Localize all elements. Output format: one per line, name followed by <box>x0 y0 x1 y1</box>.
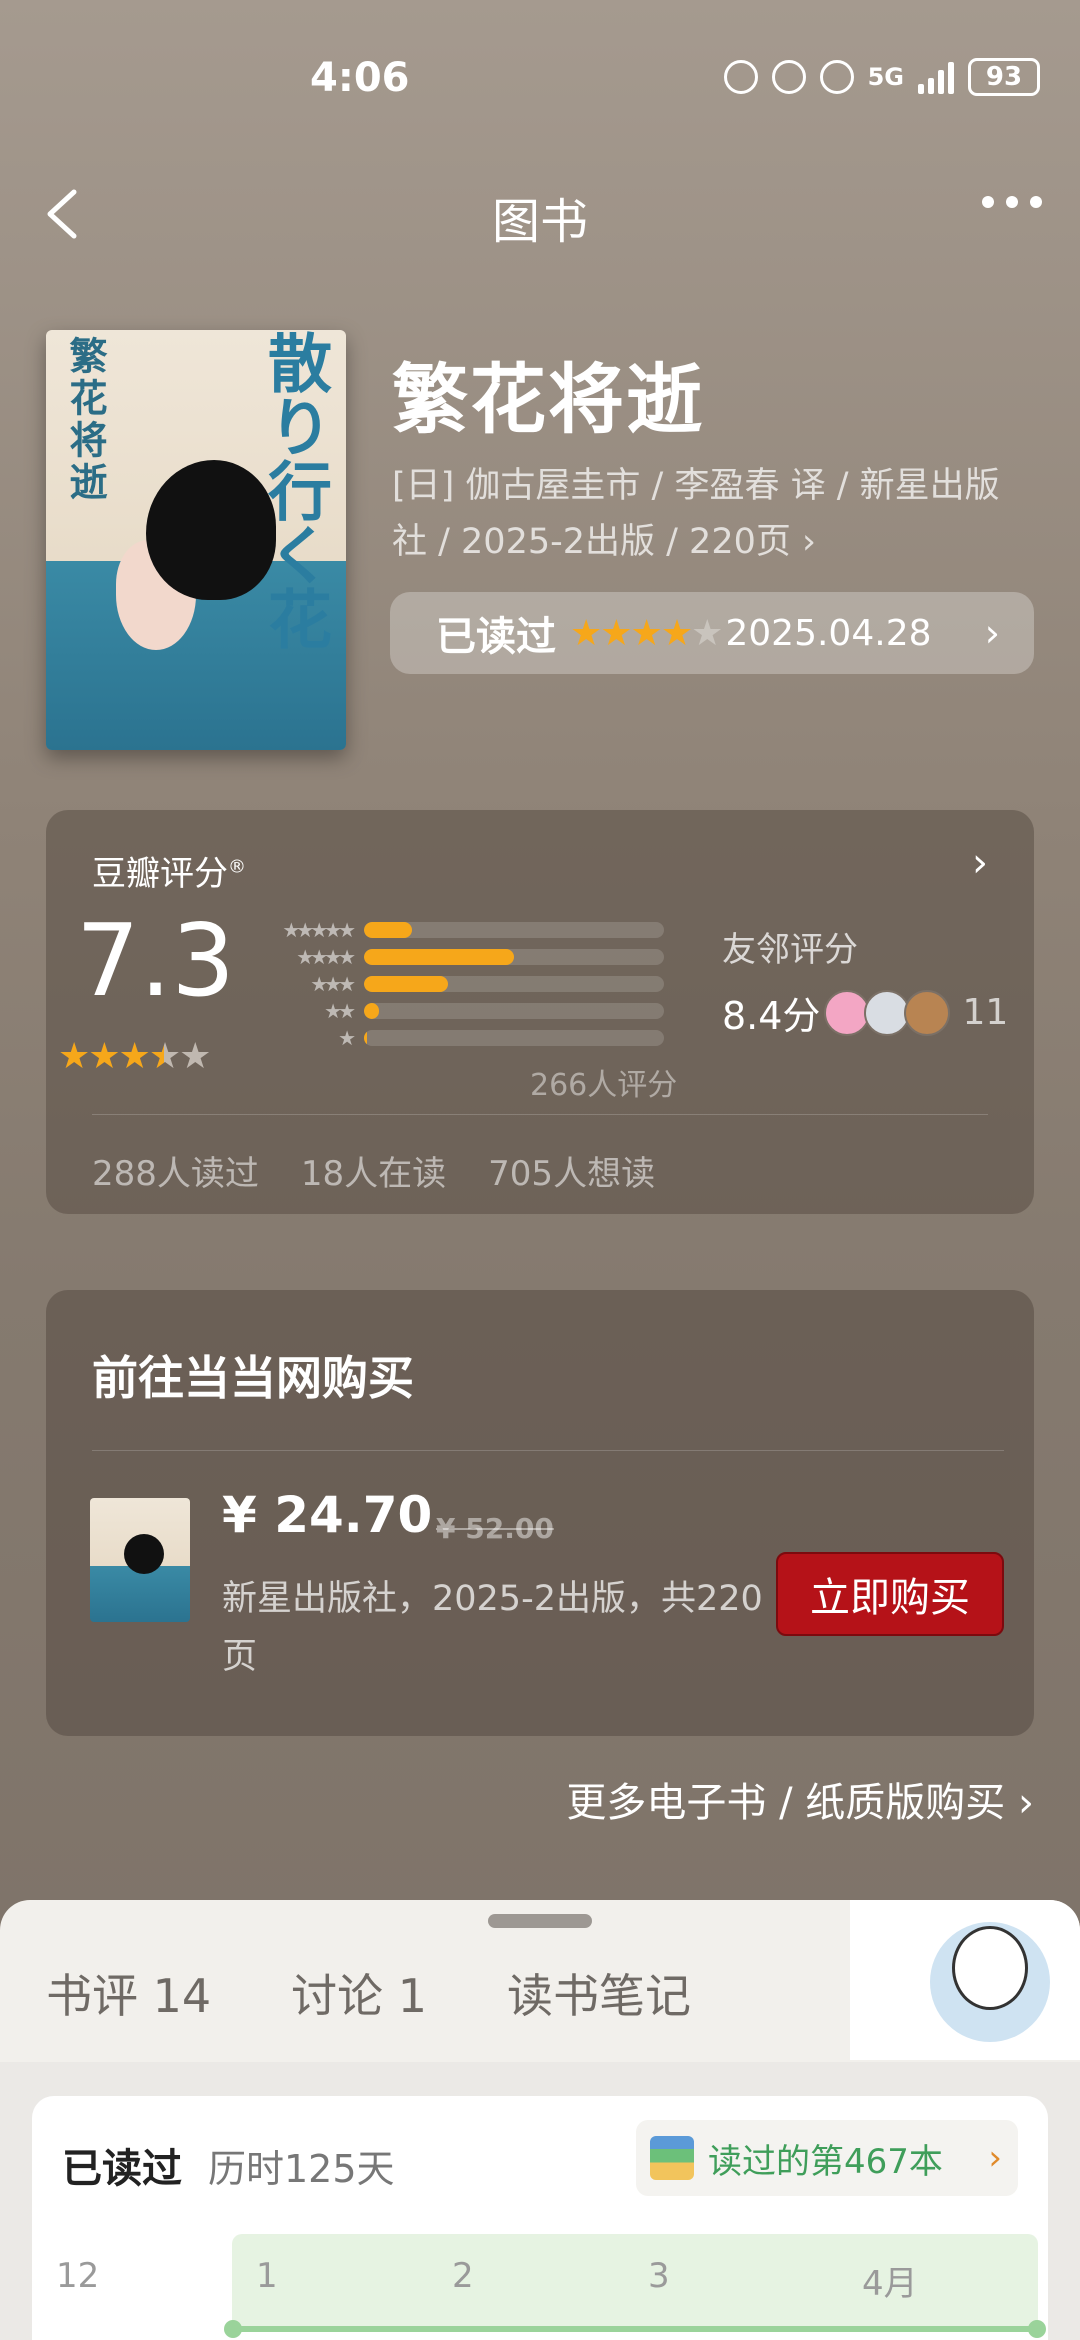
rating-stars: ★★★★★ <box>58 1036 211 1077</box>
friends-count: 11 <box>962 992 1009 1033</box>
my-rating-stars: ★★★★★ <box>570 612 723 654</box>
distribution-bar <box>364 921 412 938</box>
timeline-label: 2 <box>452 2256 474 2296</box>
status-bar: 4:06 5G 93 <box>0 0 1080 160</box>
purchase-original-price: ¥ 52.00 <box>436 1512 554 1545</box>
registered-mark: ® <box>228 856 246 878</box>
more-purchase-link[interactable]: 更多电子书 / 纸质版购买 › <box>566 1770 1034 1828</box>
distribution-stars: ★★ <box>324 998 356 1023</box>
rating-distribution: ★★★★★ ★★★★ ★★★ ★★ ★ <box>258 916 664 1051</box>
read-count-text: 读过的第467本 <box>708 2141 943 2182</box>
distribution-stars: ★★★★ <box>296 944 356 969</box>
distribution-row: ★ <box>258 1024 664 1051</box>
stat-reading[interactable]: 18人在读 <box>301 1146 446 1195</box>
stat-read[interactable]: 288人读过 <box>92 1146 259 1195</box>
timeline-end-dot <box>1028 2320 1046 2338</box>
network-type-label: 5G <box>867 63 904 91</box>
buy-now-button[interactable]: 立即购买 <box>776 1552 1004 1636</box>
friends-rating-label: 友邻评分 <box>722 930 858 970</box>
distribution-row: ★★★★★ <box>258 916 664 943</box>
read-duration: 历时125天 <box>208 2147 395 2191</box>
cover-title-cn: 繁花将逝 <box>63 336 107 504</box>
book-title: 繁花将逝 <box>392 355 704 444</box>
timeline-start-dot <box>224 2320 242 2338</box>
mascot-area <box>850 1900 1080 2060</box>
sheet-drag-handle[interactable] <box>488 1914 592 1928</box>
my-rating-pill[interactable]: 已读过 ★★★★★ 2025.04.28 › <box>390 592 1034 674</box>
distribution-track <box>364 921 664 938</box>
tab-discussion[interactable]: 讨论 1 <box>291 1960 427 2026</box>
chevron-right-icon: › <box>984 611 1000 655</box>
purchase-title: 前往当当网购买 <box>92 1351 414 1405</box>
battery-icon: 93 <box>968 58 1040 96</box>
distribution-bar <box>364 1002 379 1019</box>
douban-rating-card[interactable]: 豆瓣评分® › 7.3 ★★★★★ ★★★★★ ★★★★ ★★★ ★★ ★ 266人评分… <box>46 810 1034 1214</box>
distribution-row: ★★★ <box>258 970 664 997</box>
chevron-right-icon: › <box>988 2138 1002 2178</box>
rating-label: 豆瓣评分® <box>92 854 246 894</box>
purchase-price: ¥ 24.70 <box>222 1486 433 1544</box>
friends-rating-score: 8.4分 <box>722 994 821 1038</box>
avatar <box>904 989 951 1036</box>
purchase-book-thumbnail <box>90 1498 190 1622</box>
timeline-label: 3 <box>648 2256 670 2296</box>
timeline-line <box>232 2326 1038 2332</box>
divider <box>92 1114 988 1115</box>
purchase-description: 新星出版社，2025-2出版，共220页 <box>222 1579 763 1677</box>
read-status: 已读过 <box>62 2146 182 2192</box>
read-timeline: 12 1 2 3 4月 <box>56 2234 1046 2340</box>
mascot-icon[interactable] <box>930 1922 1050 2042</box>
status-time: 4:06 <box>310 55 410 101</box>
friends-rating[interactable]: 友邻评分 8.4分 11 <box>722 922 1008 1040</box>
tab-reviews[interactable]: 书评 14 <box>46 1960 211 2026</box>
divider <box>92 1450 1004 1451</box>
book-cover[interactable]: 繁花将逝 散り行く花 <box>46 330 346 750</box>
status-icons: 5G 93 <box>723 58 1040 96</box>
bottom-sheet: 书评 14 讨论 1 读书笔记 已读过 历时125天 读过的第467本 › 12… <box>0 1900 1080 2340</box>
alarm-icon <box>819 60 854 94</box>
more-dots-icon[interactable] <box>982 196 1042 208</box>
distribution-bar <box>364 948 514 965</box>
distribution-stars: ★★★ <box>310 971 356 996</box>
book-meta[interactable]: [日] 伽古屋圭市 / 李盈春 译 / 新星出版社 / 2025-2出版 / 2… <box>392 458 1032 570</box>
read-count-badge[interactable]: 读过的第467本 › <box>636 2120 1018 2196</box>
timeline-label: 4月 <box>862 2264 918 2304</box>
friend-avatars <box>824 989 951 1036</box>
nav-bar: 图书 <box>0 170 1080 260</box>
distribution-track <box>364 1002 664 1019</box>
read-progress-card: 已读过 历时125天 读过的第467本 › 12 1 2 3 4月 <box>32 2096 1048 2340</box>
distribution-bar <box>364 1029 367 1046</box>
timeline-label: 12 <box>56 2256 100 2296</box>
purchase-card: 前往当当网购买 ¥ 24.70 ¥ 52.00 新星出版社，2025-2出版，共… <box>46 1290 1034 1736</box>
page-title: 图书 <box>491 194 588 250</box>
distribution-track <box>364 975 664 992</box>
rating-score: 7.3 <box>76 902 236 1019</box>
chevron-right-icon: › <box>972 840 988 886</box>
nfc-icon <box>771 60 806 94</box>
tab-notes[interactable]: 读书笔记 <box>507 1960 691 2026</box>
distribution-stars: ★★★★★ <box>282 917 356 942</box>
distribution-stars: ★ <box>338 1025 356 1050</box>
sheet-tabs: 书评 14 讨论 1 读书笔记 <box>0 1960 731 2026</box>
distribution-track <box>364 1029 664 1046</box>
distribution-row: ★★ <box>258 997 664 1024</box>
rating-count: 266人评分 <box>530 1068 678 1103</box>
bookshelf-icon <box>650 2136 694 2180</box>
timeline-label: 1 <box>256 2256 278 2296</box>
cover-illustration-hair <box>146 460 276 600</box>
notification-icon <box>723 60 758 94</box>
reading-stats: 288人读过 18人在读 705人想读 <box>92 1146 655 1195</box>
my-read-date: 2025.04.28 <box>725 612 932 654</box>
signal-icon <box>918 60 954 94</box>
my-read-status: 已读过 <box>436 614 556 660</box>
distribution-row: ★★★★ <box>258 943 664 970</box>
stat-want[interactable]: 705人想读 <box>488 1146 655 1195</box>
distribution-track <box>364 948 664 965</box>
distribution-bar <box>364 975 448 992</box>
